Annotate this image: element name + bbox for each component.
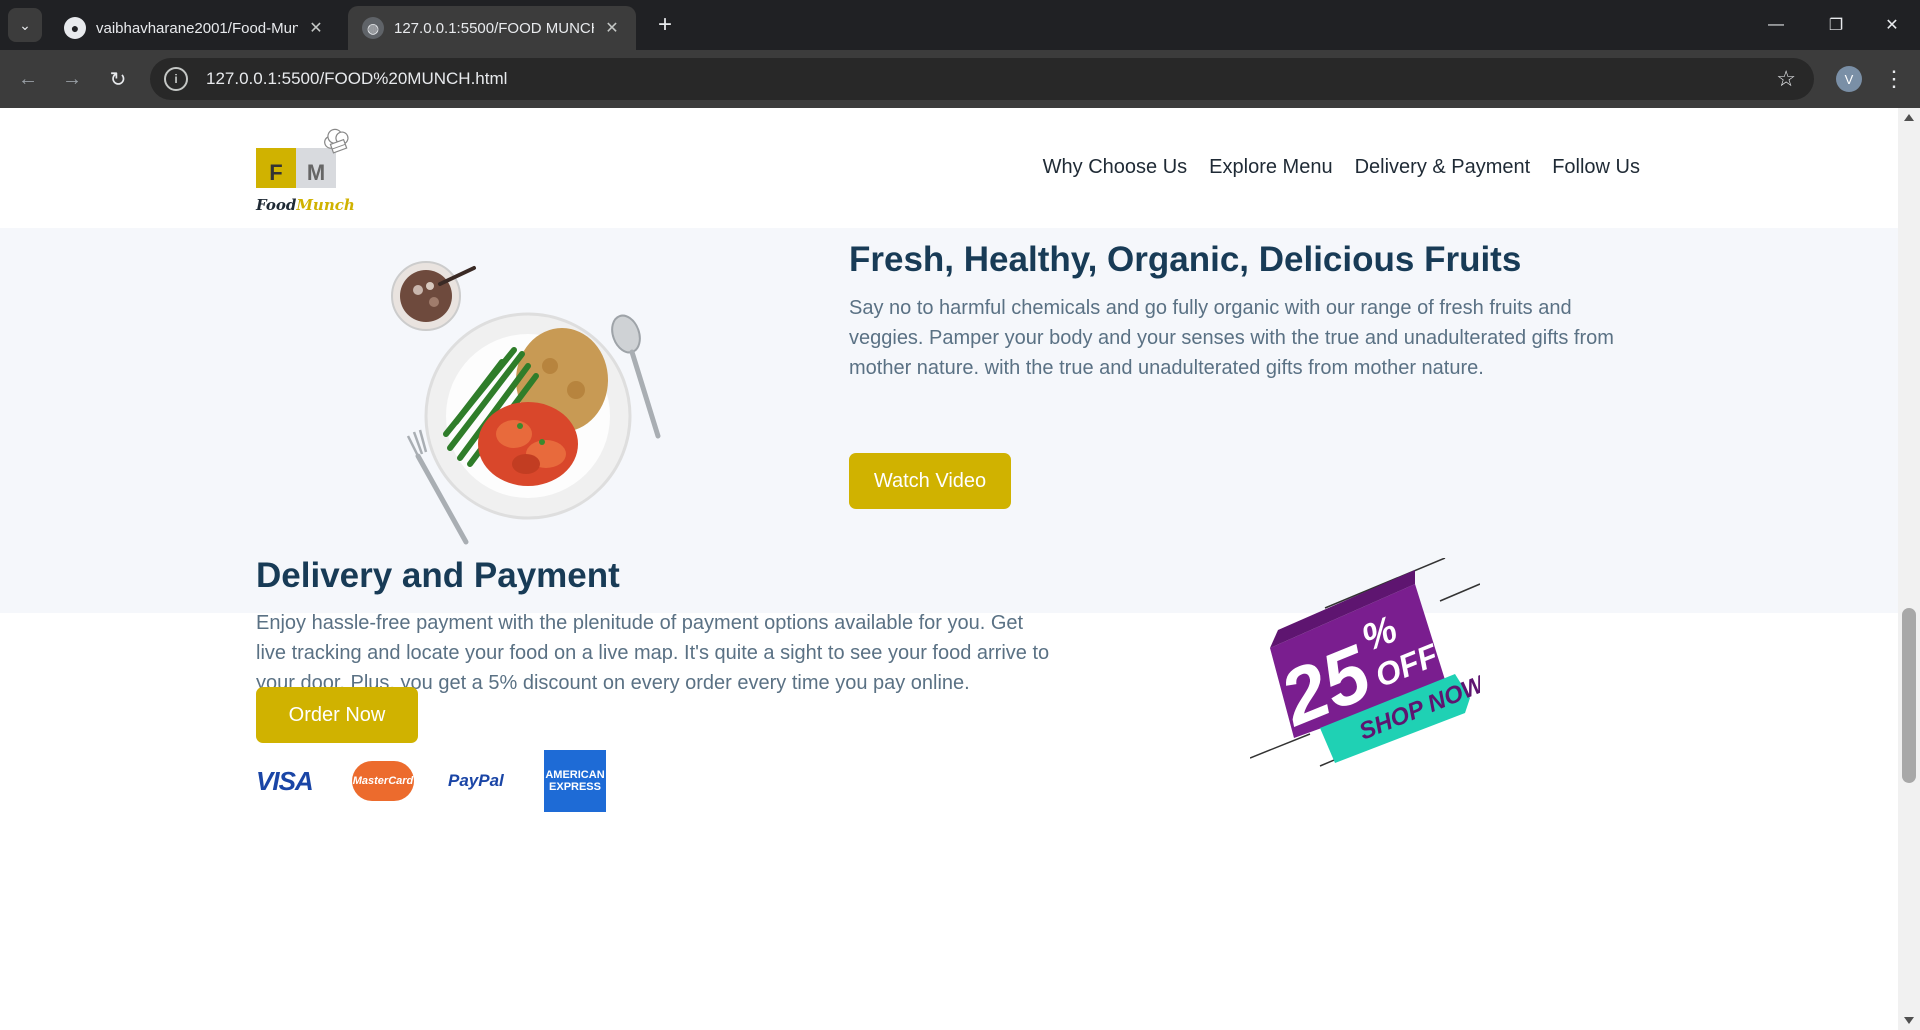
forward-arrow-icon[interactable]: → — [56, 63, 88, 95]
browser-tab-bar: ⌄ ● vaibhavharane2001/Food-Munch ✕ ◍ 127… — [0, 0, 1920, 50]
nav-links: Why Choose Us Explore Menu Delivery & Pa… — [1043, 156, 1640, 179]
payment-methods: VISA MasterCard PayPal AMERICAN EXPRESS — [256, 750, 606, 812]
back-arrow-icon[interactable]: ← — [12, 63, 44, 95]
delivery-payment-heading: Delivery and Payment — [256, 556, 620, 595]
delivery-payment-description: Enjoy hassle-free payment with the pleni… — [256, 612, 1050, 694]
tab-close-icon[interactable]: ✕ — [306, 18, 326, 38]
discount-offer-badge[interactable]: 25 % OFF SHOP NOW — [1250, 558, 1480, 788]
foodmunch-logo[interactable]: F M FoodMunch — [256, 128, 356, 218]
amex-logo: AMERICAN EXPRESS — [544, 750, 606, 812]
paypal-logo: PayPal — [448, 771, 504, 790]
logo-word-munch: Munch — [296, 196, 355, 214]
browser-tab-foodmunch[interactable]: ◍ 127.0.0.1:5500/FOOD MUNCH.html ✕ — [348, 6, 636, 50]
nav-link-follow-us[interactable]: Follow Us — [1552, 156, 1640, 179]
food-plate-image — [391, 261, 661, 545]
page-viewport: F M FoodMunch Why Choose Us Explore Menu… — [0, 108, 1898, 1030]
section-heading: Fresh, Healthy, Organic, Delicious Fruit… — [849, 240, 1522, 279]
section-description: Say no to harmful chemicals and go fully… — [849, 297, 1614, 379]
amex-line-2: EXPRESS — [549, 781, 601, 793]
nav-link-delivery-payment[interactable]: Delivery & Payment — [1355, 156, 1531, 179]
page-scrollbar[interactable] — [1898, 108, 1920, 1030]
restore-icon[interactable]: ❐ — [1806, 8, 1866, 42]
close-window-icon[interactable]: ✕ — [1862, 8, 1920, 42]
order-now-button[interactable]: Order Now — [256, 687, 418, 743]
scroll-up-arrow-icon[interactable] — [1904, 114, 1914, 121]
bookmark-star-icon[interactable]: ☆ — [1776, 66, 1796, 92]
amex-line-1: AMERICAN — [545, 769, 605, 781]
watch-video-button[interactable]: Watch Video — [849, 453, 1011, 509]
tab-title: 127.0.0.1:5500/FOOD MUNCH.html — [394, 19, 594, 37]
site-navbar: F M FoodMunch Why Choose Us Explore Menu… — [0, 108, 1898, 228]
browser-tab-github[interactable]: ● vaibhavharane2001/Food-Munch ✕ — [50, 6, 340, 50]
scroll-thumb[interactable] — [1902, 608, 1916, 783]
site-info-icon[interactable]: i — [164, 67, 188, 91]
new-tab-button[interactable]: + — [650, 10, 680, 40]
chef-hat-icon — [324, 128, 349, 154]
nav-link-explore-menu[interactable]: Explore Menu — [1209, 156, 1332, 179]
browser-toolbar: ← → ↻ i 127.0.0.1:5500/FOOD%20MUNCH.html… — [0, 50, 1920, 108]
nav-link-why-choose-us[interactable]: Why Choose Us — [1043, 156, 1188, 179]
url-text[interactable]: 127.0.0.1:5500/FOOD%20MUNCH.html — [206, 69, 507, 89]
scroll-down-arrow-icon[interactable] — [1904, 1017, 1914, 1024]
profile-avatar[interactable]: V — [1836, 66, 1862, 92]
globe-icon: ◍ — [362, 17, 384, 39]
tab-title: vaibhavharane2001/Food-Munch — [96, 19, 298, 37]
mastercard-logo: MasterCard — [352, 761, 414, 801]
logo-wordmark: FoodMunch — [256, 196, 355, 214]
logo-letter-f: F — [256, 148, 296, 188]
tab-search-button[interactable]: ⌄ — [8, 8, 42, 42]
address-bar[interactable]: i 127.0.0.1:5500/FOOD%20MUNCH.html ☆ — [150, 58, 1814, 100]
minimize-icon[interactable]: — — [1746, 8, 1806, 42]
kebab-menu-icon[interactable]: ⋮ — [1880, 62, 1908, 96]
reload-icon[interactable]: ↻ — [102, 63, 134, 95]
github-icon: ● — [64, 17, 86, 39]
tab-close-icon[interactable]: ✕ — [602, 18, 622, 38]
logo-word-food: Food — [256, 196, 297, 214]
visa-logo: VISA — [256, 765, 314, 796]
